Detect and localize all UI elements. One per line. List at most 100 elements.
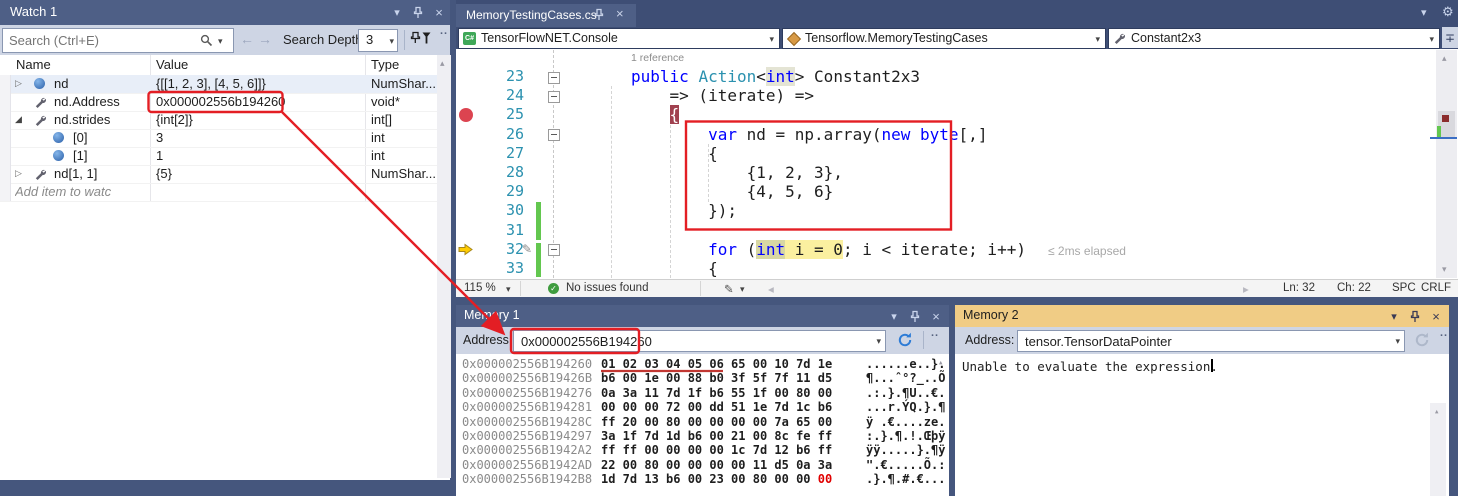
fold-collapse-box[interactable] (548, 244, 560, 256)
watch-type[interactable]: NumShar... (371, 76, 435, 91)
breakpoint-icon[interactable] (459, 108, 473, 122)
scroll-up-icon[interactable]: ▴ (440, 58, 445, 69)
watch-type[interactable]: int (371, 148, 435, 163)
window-menu-icon[interactable]: ▾ (390, 6, 404, 20)
watch-search-box[interactable]: ▾ (2, 28, 234, 53)
collapse-expander-icon[interactable]: ◢ (15, 114, 22, 125)
code-line[interactable]: { (631, 144, 1126, 163)
watch-type[interactable]: void* (371, 94, 435, 109)
split-window-button[interactable]: ∓ (1442, 27, 1458, 48)
toolbar-overflow-icon[interactable]: .. (931, 327, 939, 339)
memory1-hex-view[interactable]: ▴ 0x000002556B19426001 02 03 04 05 06 65… (456, 354, 949, 496)
search-back-icon[interactable]: ← (240, 31, 254, 47)
watch-value[interactable]: {5} (156, 166, 361, 181)
watch-name[interactable]: [0] (73, 130, 150, 145)
search-input[interactable] (7, 30, 201, 51)
column-header-type[interactable]: Type (371, 57, 399, 72)
code-line[interactable]: for (int i = 0; i < iterate; i++)≤ 2ms e… (631, 240, 1126, 259)
fold-collapse-box[interactable] (548, 91, 560, 103)
memory2-address-combo[interactable]: ▾ (1017, 330, 1405, 352)
memory2-title-bar[interactable]: Memory 2 ▾ × (955, 305, 1449, 327)
editor-vertical-scrollbar[interactable]: ▴ ▾ (1436, 50, 1457, 278)
pin-window-icon[interactable] (411, 6, 425, 20)
chevron-down-icon[interactable]: ▾ (389, 36, 394, 47)
watch-name[interactable]: nd[1, 1] (54, 166, 150, 181)
watch-name[interactable]: nd.strides (54, 112, 150, 127)
code-line[interactable] (631, 221, 1126, 240)
watch-type[interactable]: NumShar... (371, 166, 435, 181)
pin-window-icon[interactable] (1408, 309, 1422, 323)
watch-row[interactable]: Add item to watch (0, 183, 437, 202)
watch-name[interactable]: nd (54, 76, 150, 91)
member-dropdown[interactable]: Constant2x3 ▾ (1108, 28, 1440, 49)
hscroll-right-icon[interactable]: ▸ (1243, 282, 1249, 296)
memory1-address-combo[interactable]: ▾ (513, 330, 886, 352)
code-line[interactable]: }); (631, 201, 1126, 220)
memory1-address-input[interactable] (519, 332, 870, 350)
search-options-dropdown-icon[interactable]: ▾ (218, 36, 223, 47)
project-dropdown[interactable]: C# TensorFlowNET.Console ▾ (458, 28, 780, 49)
gear-icon[interactable]: ⚙ (1442, 4, 1454, 20)
zoom-level[interactable]: 115 % (464, 282, 496, 294)
column-header-name[interactable]: Name (16, 57, 51, 72)
close-icon[interactable]: × (1429, 309, 1443, 323)
hscroll-left-icon[interactable]: ◂ (768, 282, 774, 296)
watch-row[interactable]: ◢ nd.strides{int[2]}int[] (0, 111, 437, 130)
watch-scrollbar[interactable]: ▴ (437, 55, 451, 478)
watch-grid-header[interactable]: Name Value Type (0, 55, 437, 76)
memory2-scrollbar[interactable]: ▴ (1430, 403, 1446, 496)
pin-tab-icon[interactable] (594, 8, 604, 24)
watch-type[interactable]: int[] (371, 112, 435, 127)
code-line[interactable]: { (631, 259, 1126, 278)
scroll-up-icon[interactable]: ▴ (1434, 407, 1439, 417)
code-cleanup-icon[interactable]: ✎ (724, 282, 734, 296)
watch-value[interactable]: {[[1, 2, 3], [4, 5, 6]]} (156, 76, 361, 91)
close-tab-icon[interactable]: × (616, 6, 624, 21)
code-line[interactable]: var nd = np.array(new byte[,] (631, 125, 1126, 144)
column-header-value[interactable]: Value (156, 57, 188, 72)
tab-memorytestingcases[interactable]: MemoryTestingCases.cs × (456, 4, 636, 27)
watch-value[interactable]: 0x000002556b194260 (156, 94, 361, 109)
search-depth-combo[interactable]: 3 ▾ (358, 29, 398, 52)
toolbar-overflow-icon[interactable]: .. (1440, 327, 1448, 339)
watch-title-bar[interactable]: Watch 1 ▾ × (0, 0, 450, 25)
watch-name[interactable]: nd.Address (54, 94, 150, 109)
scroll-down-icon[interactable]: ▾ (1442, 264, 1447, 275)
watch-name[interactable]: Add item to watch (15, 184, 111, 199)
code-line[interactable]: {1, 2, 3}, (631, 163, 1126, 182)
memory1-title-bar[interactable]: Memory 1 ▾ × (456, 305, 949, 327)
pin-format-button[interactable] (410, 31, 432, 46)
refresh-button-disabled[interactable] (1414, 332, 1430, 351)
scroll-up-icon[interactable]: ▴ (1442, 53, 1447, 64)
window-menu-icon[interactable]: ▾ (1387, 309, 1401, 323)
chevron-down-icon[interactable]: ▾ (1395, 336, 1400, 347)
class-dropdown[interactable]: Tensorflow.MemoryTestingCases ▾ (782, 28, 1106, 49)
pin-window-icon[interactable] (908, 309, 922, 323)
watch-grid[interactable]: Name Value Type ▷ nd {[[1, 2, 3], [4, 5, 6… (0, 55, 450, 478)
codelens-references[interactable]: 1 reference (631, 52, 684, 64)
close-icon[interactable]: × (929, 309, 943, 323)
watch-value[interactable]: 1 (156, 148, 361, 163)
watch-row[interactable]: nd.Address 0x000002556b194260 void* (0, 93, 437, 112)
memory2-address-input[interactable] (1023, 332, 1389, 350)
fold-collapse-box[interactable] (548, 72, 560, 84)
refresh-button[interactable] (897, 332, 913, 351)
fold-collapse-box[interactable] (548, 129, 560, 141)
code-line[interactable]: {4, 5, 6} (631, 182, 1126, 201)
chevron-down-icon[interactable]: ▾ (1429, 34, 1434, 45)
chevron-down-icon[interactable]: ▾ (1095, 34, 1100, 45)
search-forward-icon[interactable]: → (258, 31, 272, 47)
watch-row[interactable]: ▷ nd {[[1, 2, 3], [4, 5, 6]]} NumShar... (0, 75, 437, 94)
code-line[interactable]: public Action<int> Constant2x3 (631, 67, 1126, 86)
watch-name[interactable]: [1] (73, 148, 150, 163)
code-line[interactable]: { (631, 105, 1126, 124)
code-line[interactable]: => (iterate) => (631, 86, 1126, 105)
watch-value[interactable]: 3 (156, 130, 361, 145)
search-icon[interactable] (200, 34, 213, 47)
watch-row[interactable]: [1] 1 int (0, 147, 437, 166)
expand-expander-icon[interactable]: ▷ (15, 78, 22, 89)
issues-status[interactable]: No issues found (566, 282, 648, 294)
zoom-dropdown-icon[interactable]: ▾ (506, 284, 511, 295)
tab-list-dropdown-icon[interactable]: ▾ (1421, 6, 1427, 19)
expand-expander-icon[interactable]: ▷ (15, 168, 22, 179)
